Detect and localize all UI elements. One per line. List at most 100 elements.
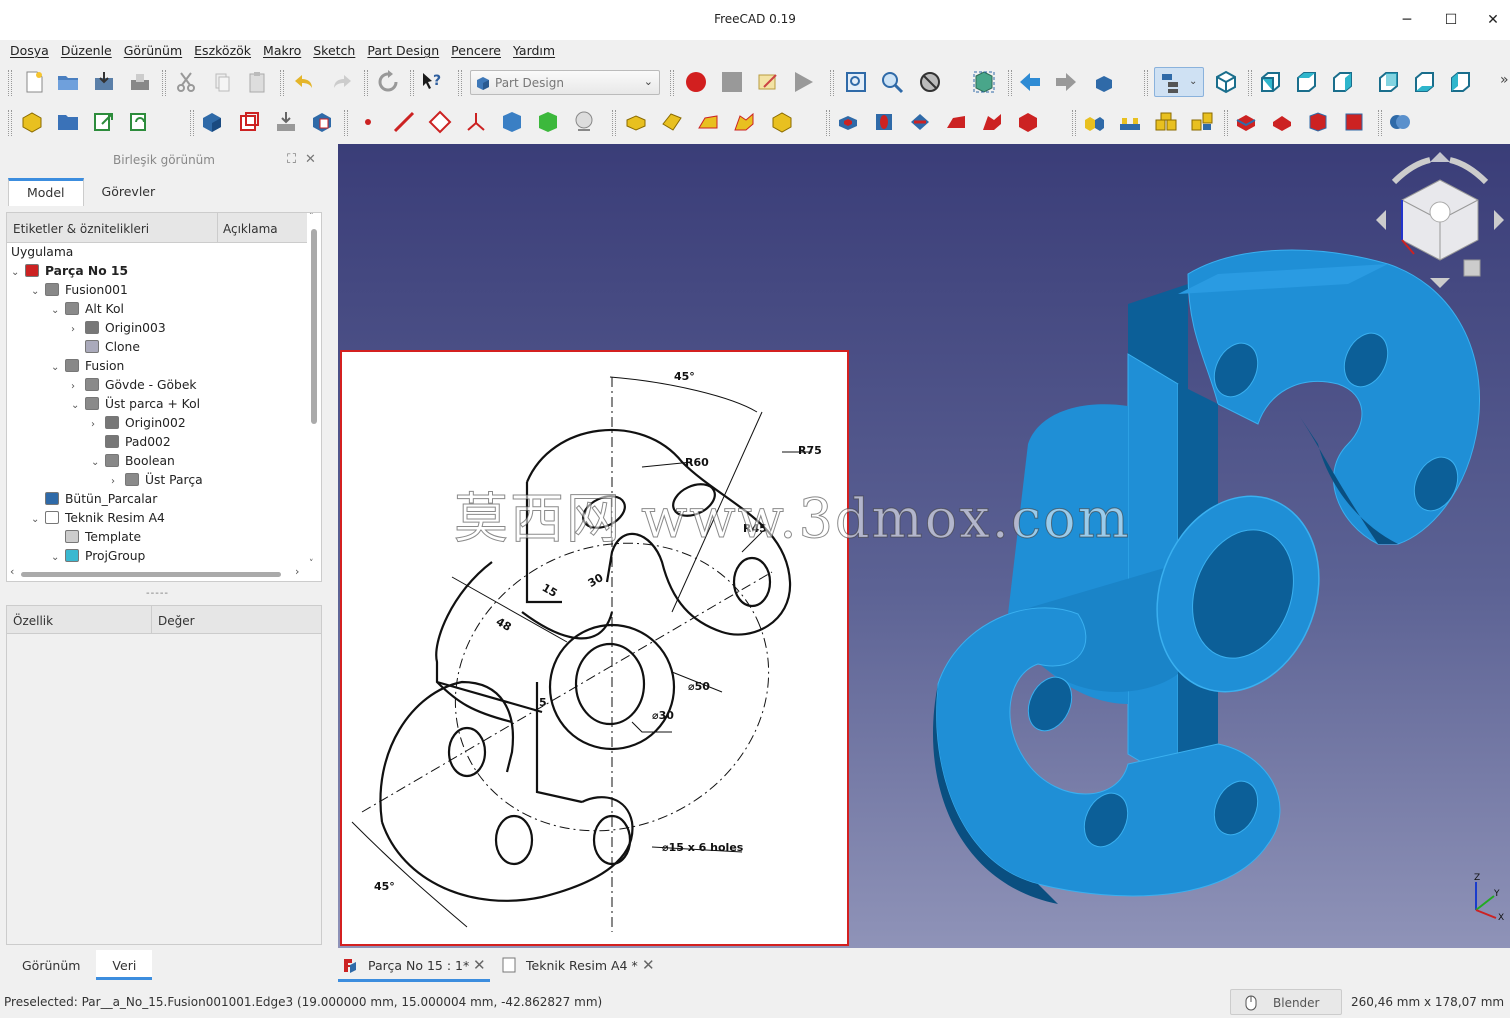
create-sketch-icon[interactable] [238, 110, 262, 134]
menu-sketch[interactable]: Sketch [307, 40, 361, 62]
toolbar-overflow-icon[interactable]: » [1500, 72, 1509, 88]
tab-veri[interactable]: Veri [96, 950, 153, 980]
pocket-icon[interactable] [836, 110, 860, 134]
tree-item[interactable]: ⌄ Teknik Resim A4 [31, 511, 165, 530]
additive-pipe-icon[interactable] [732, 110, 756, 134]
datum-plane-icon[interactable] [428, 110, 452, 134]
menu-pencere[interactable]: Pencere [445, 40, 507, 62]
panel-splitter[interactable]: ----- [146, 588, 169, 599]
tree-item[interactable]: › Gövde - Göbek [71, 378, 197, 397]
menu-eszkozok[interactable]: Eszközök [188, 40, 257, 62]
link-make-icon[interactable] [92, 110, 116, 134]
scroll-thumb[interactable] [21, 572, 281, 577]
tree-item[interactable]: Clone [71, 340, 140, 359]
clone-icon[interactable] [572, 110, 596, 134]
fit-selection-icon[interactable] [880, 70, 904, 94]
new-document-icon[interactable] [22, 70, 46, 94]
close-tab-icon[interactable]: ✕ [473, 956, 486, 974]
toolbar-grip[interactable] [190, 110, 194, 136]
close-button[interactable]: ✕ [1478, 8, 1508, 32]
expand-right-icon[interactable]: › [111, 476, 125, 487]
pad-icon[interactable] [624, 110, 648, 134]
tree-horizontal-scrollbar[interactable]: ‹ › [7, 565, 307, 581]
toolbar-grip[interactable] [162, 70, 166, 96]
tree-item[interactable]: › Üst Parça [111, 473, 203, 492]
tree-item[interactable]: ⌄ Boolean [91, 454, 175, 473]
toolbar-grip[interactable] [8, 110, 12, 136]
toolbar-grip[interactable] [612, 110, 616, 136]
expand-down-icon[interactable]: ⌄ [51, 552, 65, 563]
tree-item[interactable]: ⌄ Fusion001 [31, 283, 128, 302]
expand-down-icon[interactable]: ⌄ [31, 286, 45, 297]
toolbar-grip[interactable] [410, 70, 414, 96]
menu-dosya[interactable]: Dosya [4, 40, 55, 62]
expand-down-icon[interactable]: ⌄ [51, 305, 65, 316]
undock-icon[interactable]: ⛶ [287, 152, 296, 167]
chamfer-icon[interactable] [1270, 110, 1294, 134]
scroll-up-icon[interactable]: ˄ [309, 213, 314, 222]
toolbar-grip[interactable] [1072, 110, 1076, 136]
scroll-thumb[interactable] [311, 229, 317, 424]
tree-item[interactable]: ⌄ ProjGroup [51, 549, 145, 568]
cut-icon[interactable] [174, 70, 198, 94]
paste-icon[interactable] [246, 70, 270, 94]
toolbar-grip[interactable] [830, 70, 834, 96]
menu-makro[interactable]: Makro [257, 40, 307, 62]
subtractive-pipe-icon[interactable] [980, 110, 1004, 134]
additive-box-icon[interactable] [770, 110, 794, 134]
menu-yardim[interactable]: Yardım [507, 40, 561, 62]
stop-macro-icon[interactable] [720, 70, 744, 94]
tree-item[interactable]: Pad002 [91, 435, 171, 454]
expand-down-icon[interactable]: ⌄ [11, 267, 25, 278]
tree-item[interactable]: ⌄ Parça No 15 [11, 264, 128, 283]
toolbar-grip[interactable] [364, 70, 368, 96]
tab-gorevler[interactable]: Görevler [84, 178, 174, 206]
redo-icon[interactable] [330, 70, 354, 94]
revolution-icon[interactable] [660, 110, 684, 134]
toolbar-grip[interactable] [1248, 70, 1252, 96]
back-arrow-icon[interactable] [1018, 70, 1042, 94]
expand-down-icon[interactable]: ⌄ [91, 457, 105, 468]
tree-item[interactable]: ⌄ Üst parca + Kol [71, 397, 200, 416]
undo-icon[interactable] [292, 70, 316, 94]
mirrored-icon[interactable] [1082, 110, 1106, 134]
menu-gorunum[interactable]: Görünüm [118, 40, 188, 62]
property-column-name[interactable]: Özellik [13, 614, 53, 628]
toolbar-grip[interactable] [1008, 70, 1012, 96]
menu-part-design[interactable]: Part Design [361, 40, 445, 62]
fillet-icon[interactable] [1234, 110, 1258, 134]
tab-model[interactable]: Model [8, 178, 84, 206]
datum-line-icon[interactable] [392, 110, 416, 134]
doc-tab-part[interactable]: Parça No 15 : 1* ✕ [338, 950, 490, 982]
toolbar-grip[interactable] [280, 70, 284, 96]
bottom-view-icon[interactable] [1412, 70, 1436, 94]
right-view-icon[interactable] [1330, 70, 1354, 94]
3d-view[interactable]: Z Y X 45° R75 R60 R45 15 30 48 5 ⌀50 ⌀30… [338, 144, 1510, 948]
tab-gorunum[interactable]: Görünüm [6, 950, 96, 980]
toolbar-grip[interactable] [1144, 70, 1148, 96]
menu-duzenle[interactable]: Düzenle [55, 40, 118, 62]
expand-right-icon[interactable]: › [91, 419, 105, 430]
toolbar-grip[interactable] [8, 70, 12, 96]
tree-item[interactable]: ⌄ Alt Kol [51, 302, 124, 321]
property-column-value[interactable]: Değer [158, 614, 195, 628]
link-actions-icon[interactable] [128, 110, 152, 134]
macros-icon[interactable] [756, 70, 780, 94]
isometric-view-icon[interactable] [1214, 70, 1238, 94]
toolbar-grip[interactable] [458, 70, 462, 96]
additive-loft-icon[interactable] [696, 110, 720, 134]
subtractive-box-icon[interactable] [1016, 110, 1040, 134]
polar-pattern-icon[interactable] [1154, 110, 1178, 134]
tree-column-labels[interactable]: Etiketler & öznitelikleri [13, 222, 149, 236]
hole-icon[interactable] [872, 110, 896, 134]
close-tab-icon[interactable]: ✕ [642, 956, 655, 974]
scroll-right-icon[interactable]: › [295, 565, 299, 578]
expand-down-icon[interactable]: ⌄ [31, 514, 45, 525]
draft-icon[interactable] [1306, 110, 1330, 134]
whats-this-icon[interactable]: ? [420, 70, 444, 94]
scroll-left-icon[interactable]: ‹ [10, 565, 14, 578]
tree-item[interactable]: Template [51, 530, 141, 549]
draw-style-icon[interactable] [918, 70, 942, 94]
create-body-icon[interactable] [200, 110, 224, 134]
execute-macro-icon[interactable] [792, 70, 816, 94]
